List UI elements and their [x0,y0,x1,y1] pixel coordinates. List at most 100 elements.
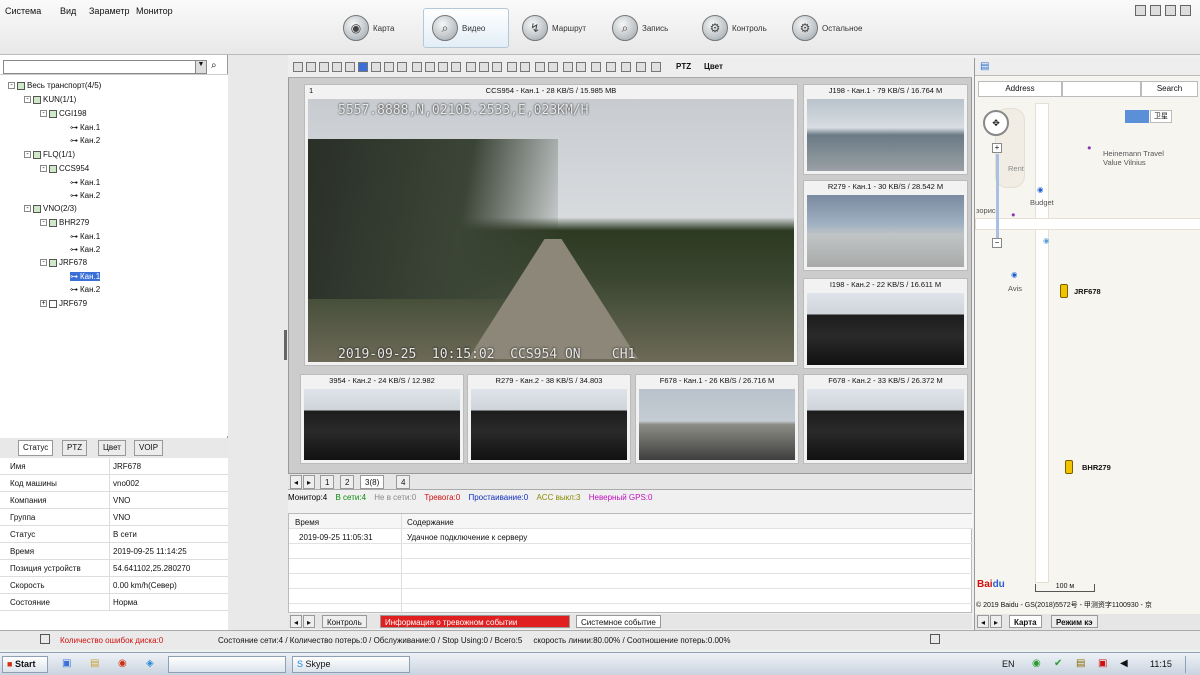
layout-13-icon[interactable] [371,62,381,72]
tree-channel[interactable]: ⊶ Кан.2 [70,191,100,200]
checkbox[interactable] [33,95,41,104]
next-tab-icon[interactable]: ▸ [990,615,1002,628]
close-icon[interactable] [651,62,661,72]
layout-9-icon[interactable] [345,62,355,72]
nav-tab-record[interactable]: ⌕ Запись [604,8,690,48]
tab-cache-mode[interactable]: Режим кэ [1051,615,1098,628]
tab-voip[interactable]: VOIP [134,440,164,456]
tree-vehicle-bhr279[interactable]: - BHR279 [40,218,89,227]
table-row[interactable]: 2019-09-25 11:05:31 Удачное подключение … [289,529,973,544]
satellite-toggle[interactable]: 卫星 [1150,110,1172,123]
video-window[interactable]: R279 - Кан.1 - 30 KB/S / 28.542 M [803,180,968,271]
zoom-in-icon[interactable] [412,62,422,72]
video-window[interactable]: F678 - Кан.1 - 26 KB/S / 26.716 M [635,374,799,464]
video-window[interactable]: F678 - Кан.2 - 33 KB/S / 26.372 M [803,374,968,464]
map-search-input[interactable] [1062,81,1141,97]
splitter-handle[interactable] [284,330,287,360]
layout-16-icon[interactable] [384,62,394,72]
show-desktop-button[interactable] [1185,656,1197,673]
speaker-icon[interactable] [576,62,586,72]
snapshot-icon[interactable] [520,62,530,72]
ptz-button[interactable]: PTZ [676,62,691,71]
window-minimize-button[interactable] [1150,5,1161,16]
layout-8-icon[interactable] [332,62,342,72]
tab-ptz[interactable]: PTZ [62,440,88,456]
record-icon[interactable] [507,62,517,72]
tree-channel[interactable]: ⊶ Кан.1 [70,123,100,132]
layout-selected-icon[interactable] [358,62,368,72]
tree-vehicle-jrf678[interactable]: - JRF678 [40,258,87,267]
menu-parameter[interactable]: Зараметр [89,6,129,16]
address-button[interactable]: Address [978,81,1062,97]
taskbar-active-app[interactable] [168,656,286,673]
folder-icon[interactable]: ▤ [90,658,99,669]
tree-vehicle-cgi198[interactable]: - CGI198 [40,109,87,118]
layout-4-icon[interactable] [306,62,316,72]
page-tab-active[interactable]: 3(8) [360,475,385,489]
nav-tab-route[interactable]: ↯ Маршрут [514,8,600,48]
tree-channel[interactable]: ⊶ Кан.2 [70,245,100,254]
tree-channel[interactable]: ⊶ Кан.1 [70,178,100,187]
expand-icon[interactable] [40,634,50,644]
video-window[interactable]: I198 - Кан.2 - 22 KB/S / 16.611 M [803,278,968,369]
tree-group-vno[interactable]: - VNO(2/3) [24,204,77,213]
checkbox[interactable] [33,150,41,159]
checkbox[interactable] [17,81,25,90]
menu-view[interactable]: Вид [60,6,76,16]
tab-map[interactable]: Карта [1009,615,1042,628]
play-icon[interactable] [606,62,616,72]
language-indicator[interactable]: EN [1002,659,1015,669]
stream-icon[interactable] [479,62,489,72]
prev-page-icon[interactable]: ◂ [290,475,302,489]
tree-vehicle-jrf679[interactable]: + JRF679 [40,299,87,308]
vehicle-marker-icon[interactable] [1060,284,1068,298]
main-video-window[interactable]: 1 CCS954 - Кан.1 - 28 KB/S / 15.985 MB 55… [304,84,798,366]
search-icon[interactable]: ⌕ [211,60,225,74]
collapse-icon[interactable] [930,634,940,644]
tree-channel-selected[interactable]: ⊶ Кан.1 [70,272,101,281]
layout-25-icon[interactable] [397,62,407,72]
layout-1-icon[interactable] [293,62,303,72]
zoom-slider[interactable] [996,154,999,239]
taskbar-skype[interactable]: S Skype [292,656,410,673]
tree-group-flq[interactable]: - FLQ(1/1) [24,150,75,159]
checkbox[interactable] [33,204,41,213]
nav-tab-map[interactable]: ◉ Карта [335,8,421,48]
map-type-toggle[interactable] [1125,110,1149,123]
settings-icon[interactable] [621,62,631,72]
window-close-button[interactable] [1180,5,1191,16]
fullscreen-icon[interactable] [438,62,448,72]
tree-vehicle-ccs954[interactable]: - CCS954 [40,164,89,173]
tab-alarm-info[interactable]: Информация о тревожном событии [380,615,570,628]
video-window[interactable]: 3954 - Кан.2 - 24 KB/S / 12.982 [300,374,464,464]
refresh-icon[interactable] [451,62,461,72]
microphone-icon[interactable] [563,62,573,72]
next-tab-icon[interactable]: ▸ [303,615,315,628]
tray-icon[interactable]: ◉ [1032,658,1041,669]
monitor-icon[interactable] [492,62,502,72]
prev-tab-icon[interactable]: ◂ [290,615,302,628]
talk-icon[interactable] [591,62,601,72]
nav-tab-video[interactable]: ⌕ Видео [423,8,509,48]
map-pan-control[interactable]: ✥ [983,110,1009,136]
tray-icon[interactable]: ✔ [1054,658,1062,669]
prev-tab-icon[interactable]: ◂ [977,615,989,628]
video-icon[interactable] [548,62,558,72]
page-tab[interactable]: 2 [340,475,355,489]
nav-tab-control[interactable]: ⚙ Контроль [694,8,780,48]
page-tab[interactable]: 1 [320,475,335,489]
tree-root[interactable]: - Весь транспорт(4/5) [8,81,101,90]
tree-channel[interactable]: ⊶ Кан.2 [70,136,100,145]
checkbox[interactable] [49,299,57,308]
color-button[interactable]: Цвет [704,62,723,71]
map-search-button[interactable]: Search [1141,81,1198,97]
menu-system[interactable]: Система [5,6,41,16]
page-tab[interactable]: 4 [396,475,411,489]
grid-icon[interactable] [636,62,646,72]
tab-color[interactable]: Цвет [98,440,126,456]
chevron-down-icon[interactable]: ▼ [195,61,206,73]
zoom-out-icon[interactable]: − [992,238,1002,248]
zoom-in-icon[interactable]: + [992,143,1002,153]
chrome-icon[interactable]: ◉ [118,658,127,669]
tree-channel[interactable]: ⊶ Кан.2 [70,285,100,294]
